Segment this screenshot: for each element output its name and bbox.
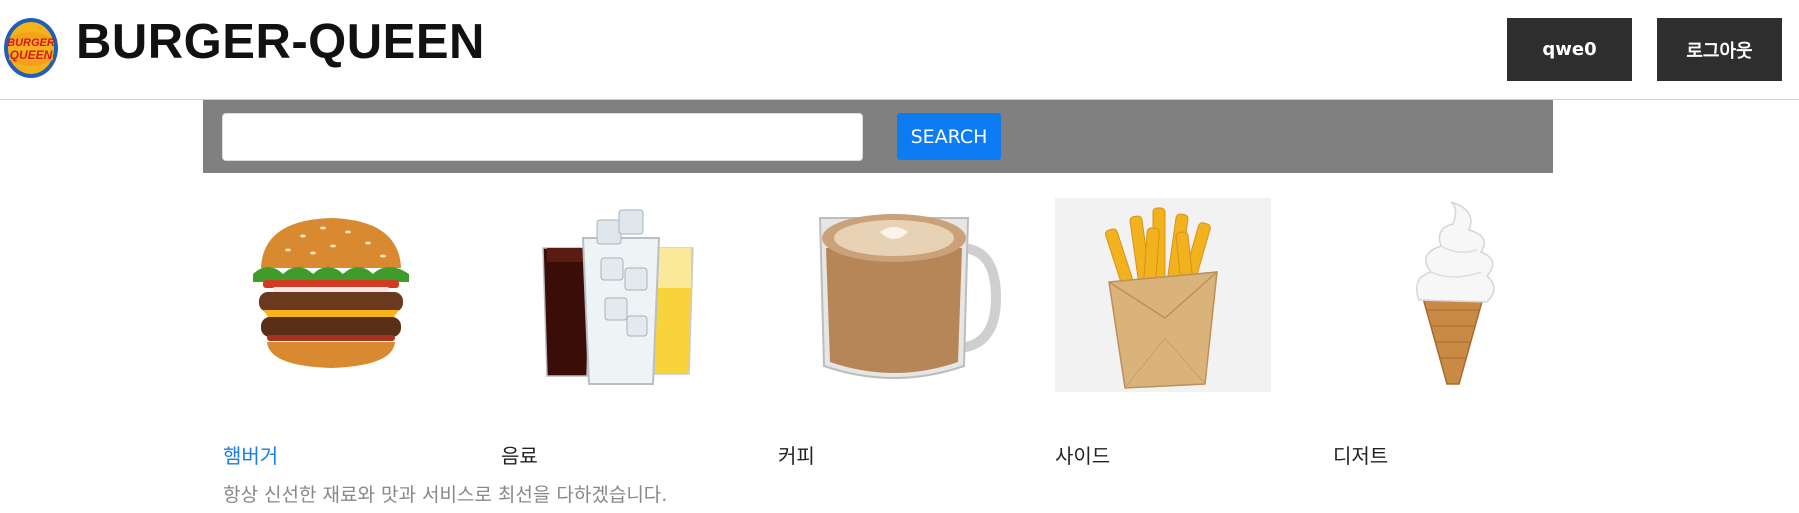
ice-cream-image[interactable] — [1353, 198, 1569, 392]
brand-title[interactable]: BURGER-QUEEN — [76, 10, 485, 74]
search-input[interactable] — [222, 113, 863, 161]
menu-item-drinks[interactable]: 음료 — [501, 190, 761, 470]
menu-item-side[interactable]: 사이드 — [1055, 190, 1315, 470]
menu-item-dessert[interactable]: 디저트 — [1333, 190, 1593, 470]
burger-image[interactable] — [223, 198, 439, 392]
top-header: BURGER QUEEN BURGER-QUEEN qwe0 로그아웃 — [0, 0, 1799, 100]
search-bar: SEARCH — [203, 100, 1553, 173]
search-button[interactable]: SEARCH — [897, 113, 1001, 160]
logout-button[interactable]: 로그아웃 — [1657, 18, 1782, 81]
logo-text-bottom: QUEEN — [10, 48, 53, 62]
menu-label-drinks[interactable]: 음료 — [501, 440, 538, 469]
user-button[interactable]: qwe0 — [1507, 18, 1632, 81]
burger-queen-logo[interactable]: BURGER QUEEN — [2, 16, 60, 80]
menu-item-burger[interactable]: 햄버거 — [223, 190, 483, 470]
coffee-image[interactable] — [800, 198, 1016, 392]
menu-label-dessert[interactable]: 디저트 — [1333, 440, 1388, 469]
menu-label-burger[interactable]: 햄버거 — [223, 440, 278, 469]
menu-item-coffee[interactable]: 커피 — [778, 190, 1038, 470]
menu-label-side[interactable]: 사이드 — [1055, 440, 1110, 469]
menu-label-coffee[interactable]: 커피 — [778, 440, 815, 469]
drinks-image[interactable] — [521, 198, 737, 392]
tagline-text: 항상 신선한 재료와 맛과 서비스로 최선을 다하겠습니다. — [223, 484, 668, 506]
fries-image[interactable] — [1055, 198, 1271, 392]
